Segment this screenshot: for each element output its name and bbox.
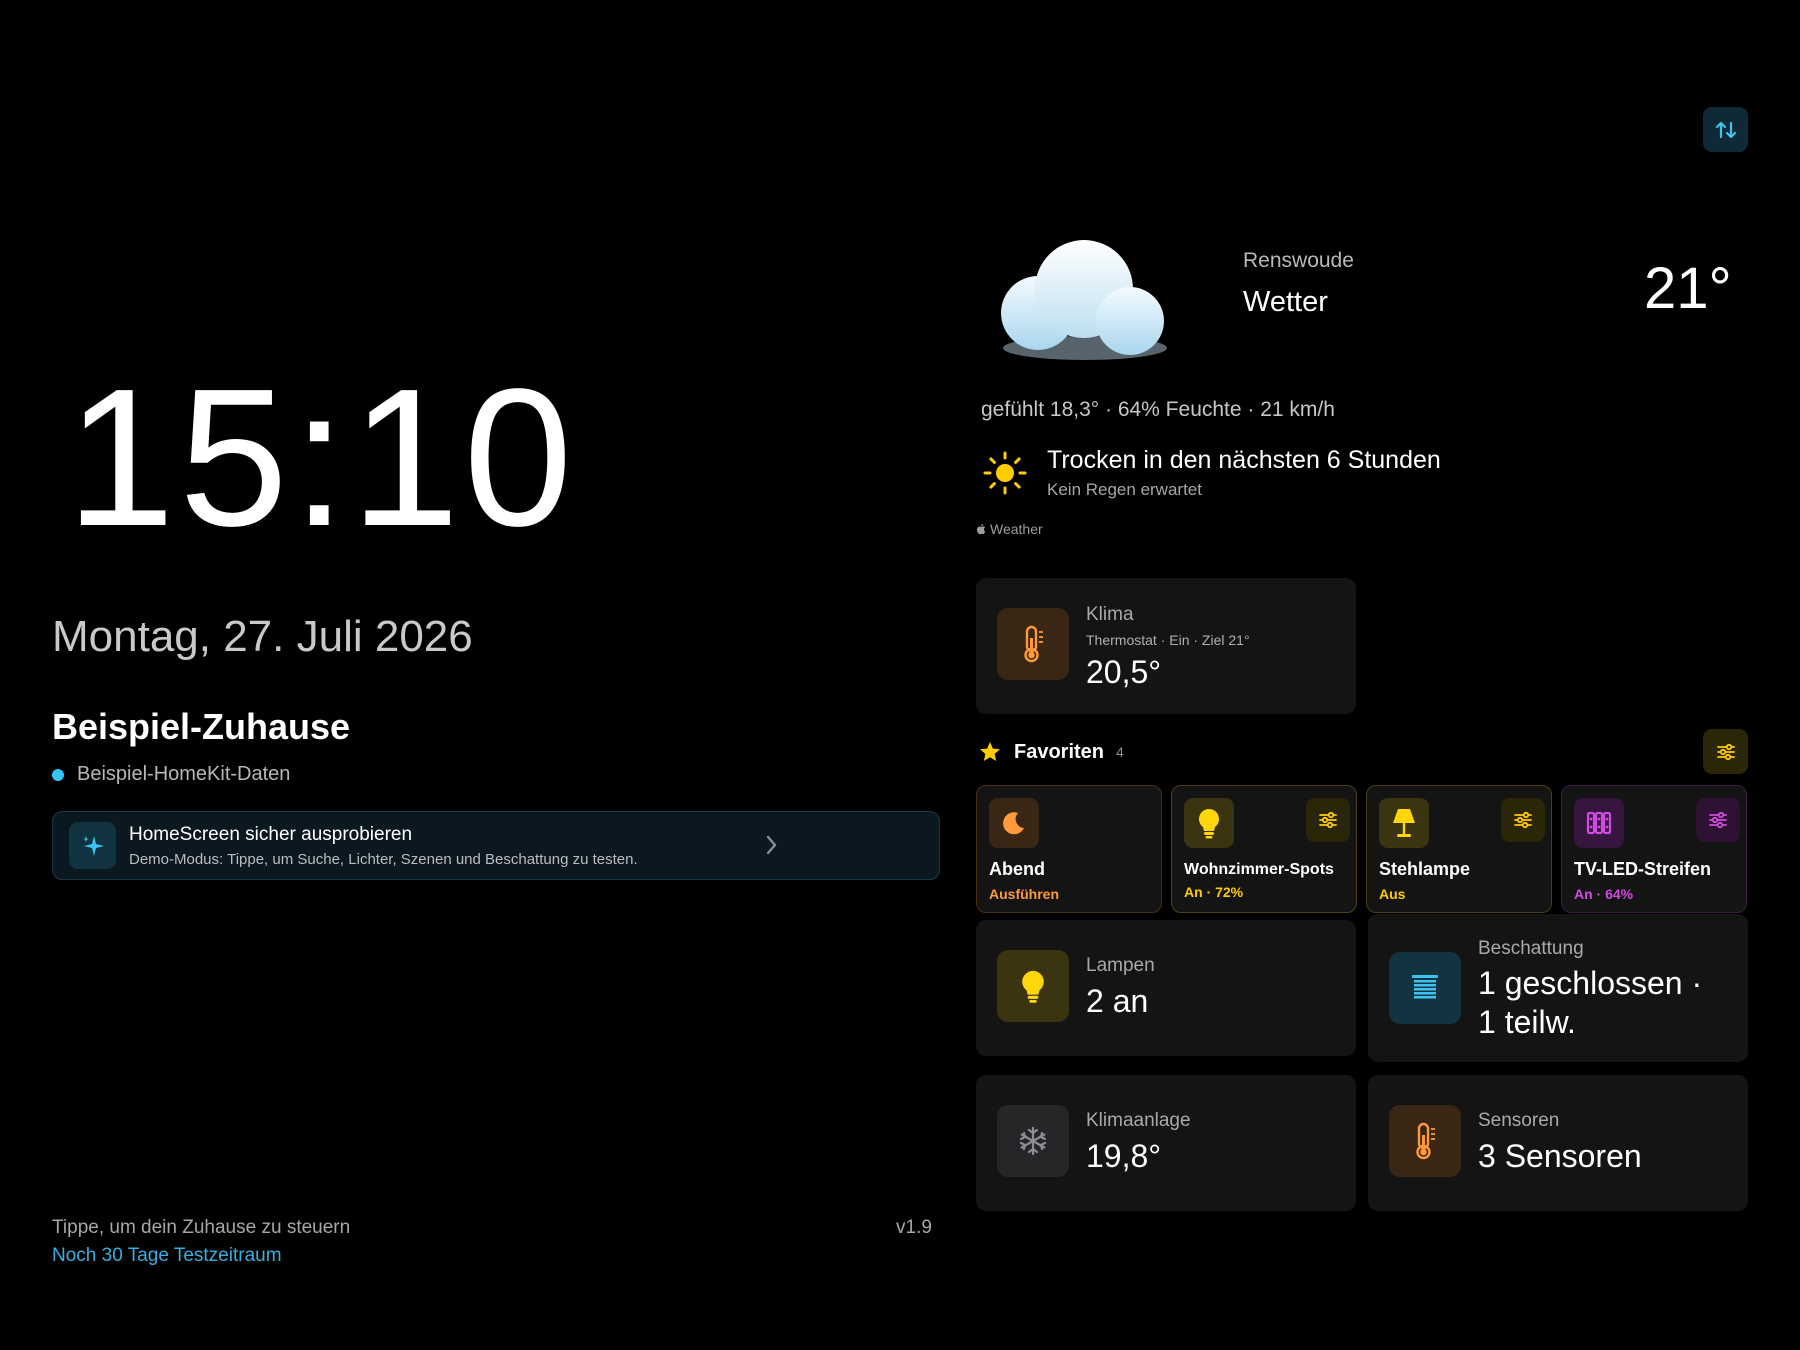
weather-temperature: 21° (1644, 256, 1732, 321)
status-dot-icon (52, 768, 64, 781)
sliders-icon (1514, 811, 1532, 829)
thermometer-icon (1389, 1105, 1461, 1177)
forecast-title: Trocken in den nächsten 6 Stunden (1047, 446, 1441, 474)
home-source: Beispiel-HomeKit-Daten (52, 763, 290, 786)
sensors-tile[interactable]: Sensoren 3 Sensoren (1368, 1075, 1748, 1211)
demo-banner-description: Demo-Modus: Tippe, um Suche, Lichter, Sz… (129, 850, 638, 868)
favorite-status: An · 72% (1184, 884, 1244, 900)
ac-label: Klimaanlage (1086, 1110, 1191, 1131)
favorites-filter-button[interactable] (1703, 729, 1748, 774)
sensors-label: Sensoren (1478, 1110, 1560, 1131)
favorite-tile-stehlampe[interactable]: Stehlampe Aus (1366, 785, 1552, 913)
lamps-tile[interactable]: Lampen 2 an (976, 920, 1356, 1056)
climate-label: Klima (1086, 604, 1134, 625)
climate-detail: Thermostat · Ein · Ziel 21° (1086, 632, 1250, 648)
chevron-right-icon (765, 834, 779, 861)
favorite-status: Ausführen (989, 886, 1059, 902)
shading-value-line1: 1 geschlossen · (1478, 965, 1703, 1001)
trial-link[interactable]: Noch 30 Tage Testzeitraum (52, 1245, 282, 1267)
moon-icon (989, 798, 1039, 848)
favorites-header: Favoriten 4 (978, 740, 1124, 764)
favorite-tile-abend[interactable]: Abend Ausführen (976, 785, 1162, 913)
bulb-icon (1184, 798, 1234, 848)
blinds-icon (1389, 952, 1461, 1024)
ac-value: 19,8° (1086, 1138, 1162, 1174)
favorite-name: Wohnzimmer-Spots (1184, 861, 1334, 878)
adjust-button[interactable] (1696, 798, 1740, 842)
lamps-value: 2 an (1086, 983, 1149, 1019)
thermometer-icon (997, 608, 1069, 680)
reorder-button[interactable] (1703, 107, 1748, 152)
adjust-button[interactable] (1306, 798, 1350, 842)
weather-location: Renswoude (1243, 249, 1354, 272)
ac-tile[interactable]: Klimaanlage 19,8° (976, 1075, 1356, 1211)
sensors-value: 3 Sensoren (1478, 1138, 1642, 1174)
shading-label: Beschattung (1478, 938, 1584, 959)
weather-attribution[interactable]: Weather (976, 521, 1043, 537)
demo-mode-banner[interactable]: HomeScreen sicher ausprobieren Demo-Modu… (52, 811, 940, 880)
weather-details: gefühlt 18,3° · 64% Feuchte · 21 km/h (981, 398, 1335, 421)
bulb-icon (997, 950, 1069, 1022)
adjust-button[interactable] (1501, 798, 1545, 842)
lamp-icon (1379, 798, 1429, 848)
favorites-title: Favoriten (1014, 740, 1105, 763)
weather-attribution-label: Weather (990, 521, 1043, 537)
favorite-status: Aus (1379, 886, 1406, 902)
led-strip-icon (1574, 798, 1624, 848)
sliders-icon (1716, 743, 1735, 760)
shading-value-line2: 1 teilw. (1478, 1004, 1576, 1040)
home-source-label: Beispiel-HomeKit-Daten (77, 763, 291, 785)
demo-banner-title: HomeScreen sicher ausprobieren (129, 823, 413, 845)
date-label: Montag, 27. Juli 2026 (52, 612, 473, 661)
version-label: v1.9 (896, 1217, 932, 1238)
clock-time: 15:10 (66, 348, 577, 567)
footer-hint: Tippe, um dein Zuhause zu steuern (52, 1217, 351, 1238)
home-title[interactable]: Beispiel-Zuhause (52, 706, 350, 748)
arrow-up-down-icon (1715, 121, 1736, 138)
star-icon (980, 742, 1000, 761)
favorite-tile-wohnzimmer-spots[interactable]: Wohnzimmer-Spots An · 72% (1171, 785, 1357, 913)
sun-icon (982, 450, 1028, 501)
climate-card[interactable]: Klima Thermostat · Ein · Ziel 21° 20,5° (976, 578, 1356, 714)
favorite-name: TV-LED-Streifen (1574, 859, 1712, 879)
weather-title[interactable]: Wetter (1243, 286, 1328, 319)
forecast-subtitle: Kein Regen erwartet (1047, 480, 1202, 499)
favorite-status: An · 64% (1574, 886, 1634, 902)
snowflake-icon (997, 1105, 1069, 1177)
sliders-icon (1709, 811, 1727, 829)
apple-logo-icon (976, 523, 986, 535)
favorite-name: Abend (989, 859, 1045, 879)
cloud-icon (990, 240, 1180, 375)
favorite-name: Stehlampe (1379, 859, 1471, 879)
lamps-label: Lampen (1086, 955, 1155, 976)
favorite-tile-tv-led-streifen[interactable]: TV-LED-Streifen An · 64% (1561, 785, 1747, 913)
favorites-count: 4 (1116, 744, 1124, 760)
climate-value: 20,5° (1086, 654, 1162, 690)
shading-tile[interactable]: Beschattung 1 geschlossen · 1 teilw. (1368, 914, 1748, 1062)
sliders-icon (1319, 811, 1337, 829)
sparkles-icon (69, 822, 116, 869)
